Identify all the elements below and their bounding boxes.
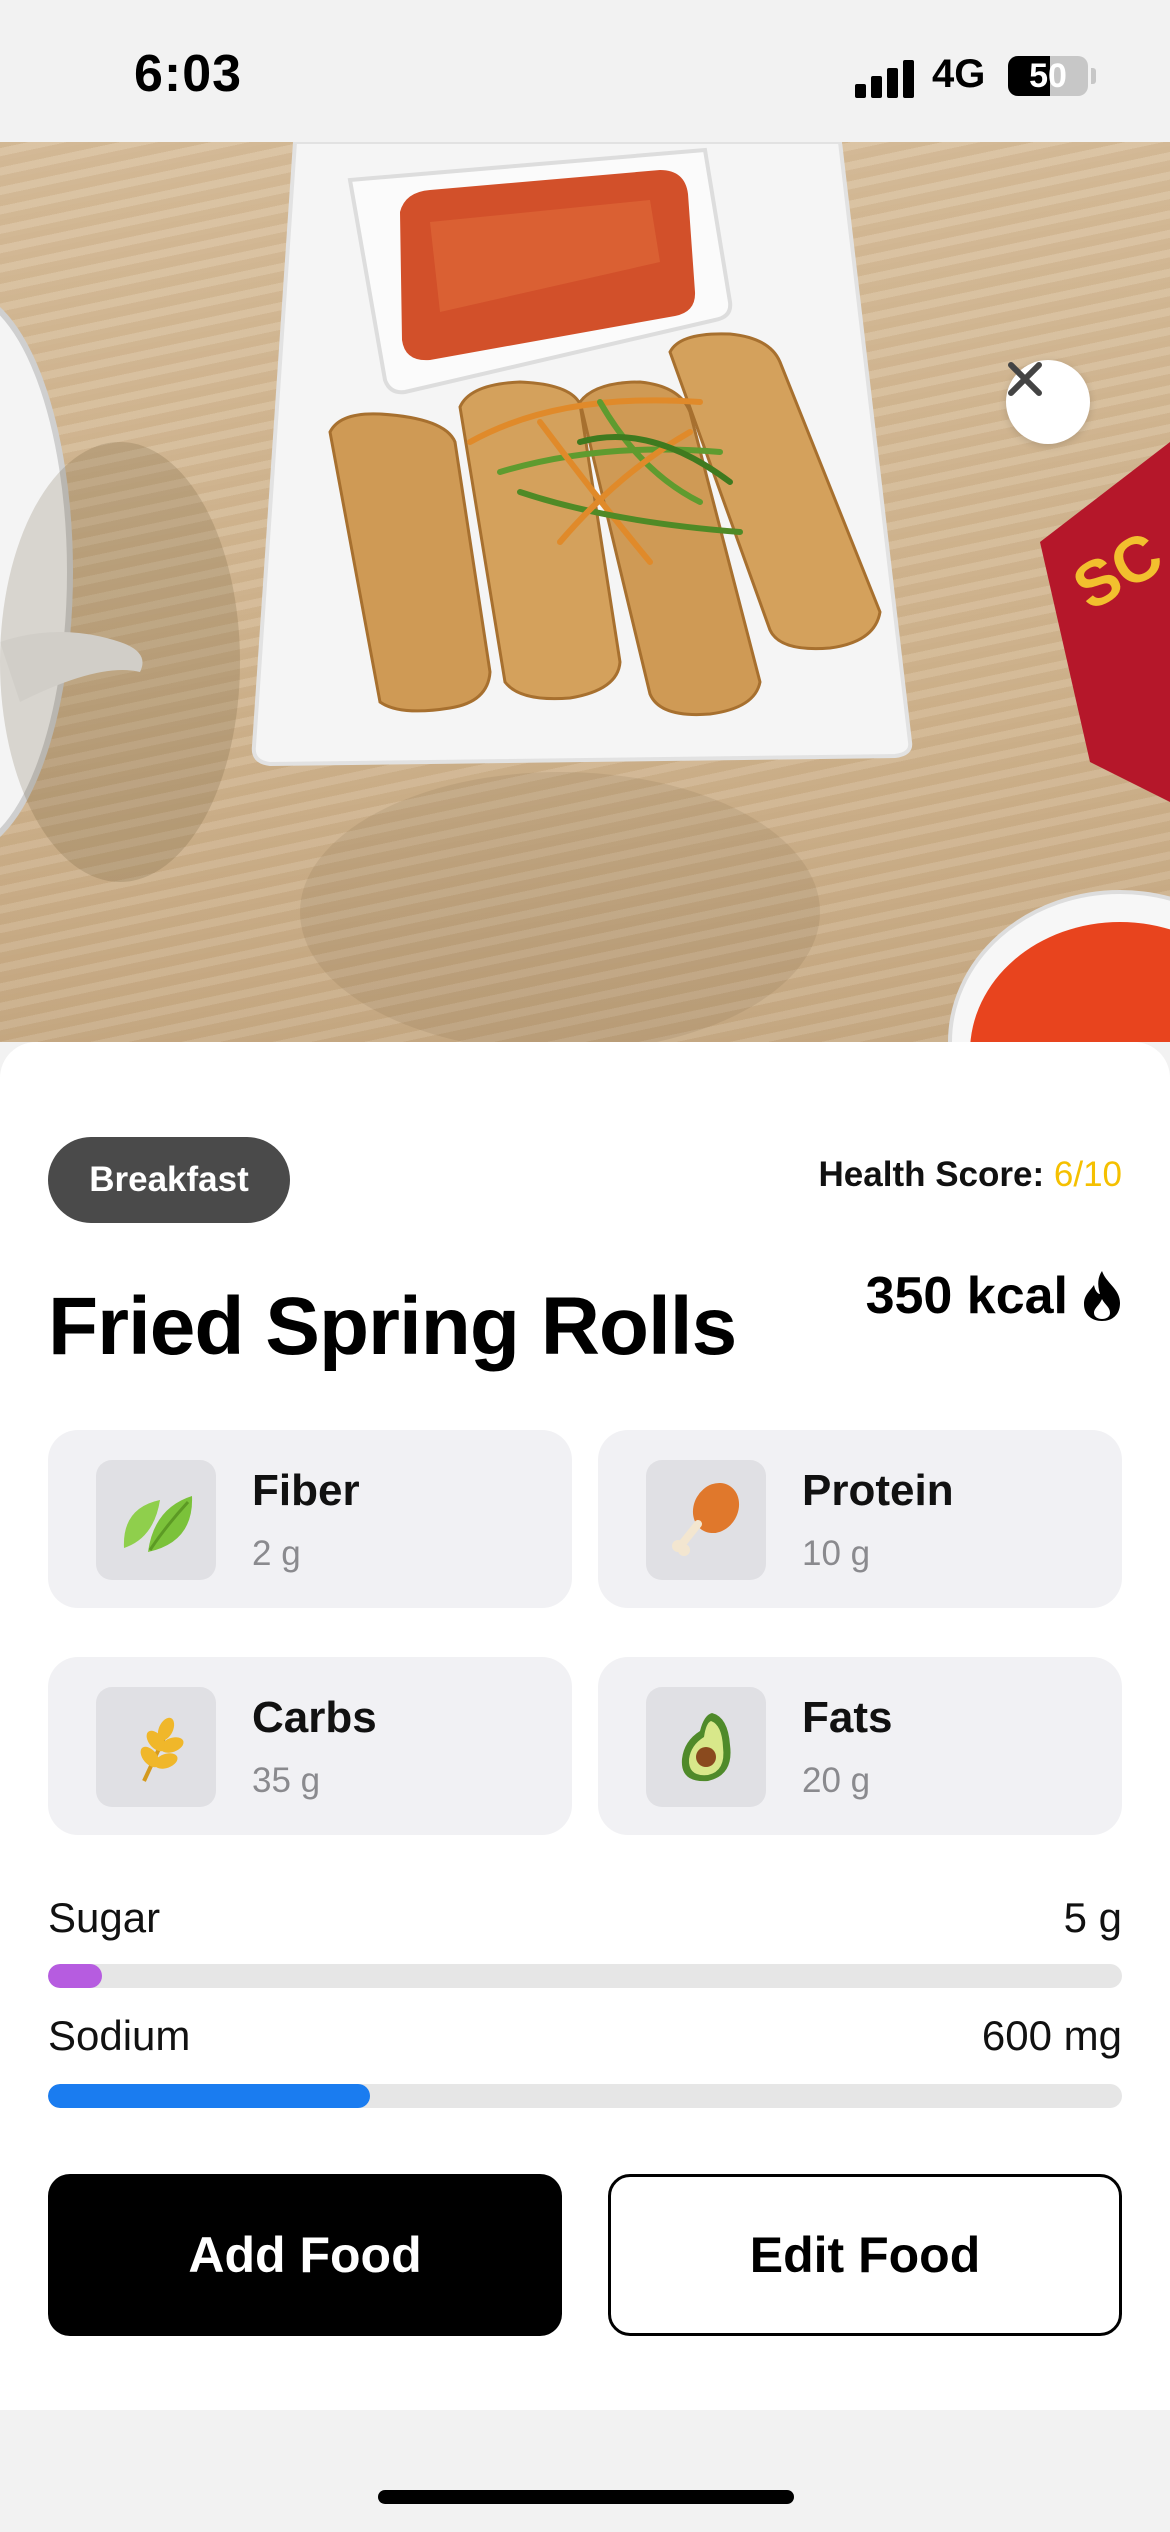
food-detail-sheet: Breakfast Health Score: 6/10 Fried Sprin… — [0, 1042, 1170, 2410]
avocado-icon — [646, 1687, 766, 1807]
health-score-label: Health Score: — [818, 1155, 1045, 1194]
drumstick-icon — [646, 1460, 766, 1580]
close-button[interactable] — [1006, 360, 1090, 444]
close-icon — [1008, 362, 1042, 396]
sugar-progress-bar — [48, 1964, 1122, 1988]
food-photo-illustration: SC — [0, 142, 1170, 1042]
home-indicator[interactable] — [378, 2490, 794, 2504]
health-score: Health Score: 6/10 — [819, 1155, 1122, 1195]
nutrient-value: 35 g — [252, 1761, 321, 1800]
wheat-icon — [96, 1687, 216, 1807]
nutrient-card-protein[interactable]: Protein 10 g — [598, 1430, 1122, 1608]
signal-icon — [855, 58, 915, 98]
calories: 350 kcal — [866, 1266, 1122, 1326]
nutrient-label: Carbs — [252, 1693, 377, 1742]
edit-food-button[interactable]: Edit Food — [608, 2174, 1122, 2336]
sugar-row: Sugar 5 g — [48, 1894, 1122, 1942]
nutrient-card-carbs[interactable]: Carbs 35 g — [48, 1657, 572, 1835]
sodium-progress-fill — [48, 2084, 371, 2108]
meal-type-badge[interactable]: Breakfast — [48, 1137, 290, 1223]
battery-level: 50 — [1029, 57, 1067, 95]
leaf-icon — [96, 1460, 216, 1580]
battery-icon: 50 — [1008, 56, 1088, 96]
sugar-progress-fill — [48, 1964, 102, 1988]
battery-tip — [1091, 68, 1096, 84]
calories-value: 350 kcal — [865, 1267, 1068, 1325]
nutrient-label: Fats — [802, 1693, 893, 1742]
nutrient-label: Fiber — [252, 1466, 360, 1515]
nutrient-value: 10 g — [802, 1534, 871, 1573]
sodium-label: Sodium — [48, 2012, 191, 2059]
status-bar: 6:03 4G 50 — [0, 0, 1170, 142]
add-food-button[interactable]: Add Food — [48, 2174, 562, 2336]
food-photo: SC — [0, 142, 1170, 1042]
sodium-row: Sodium 600 mg — [48, 2012, 1122, 2060]
status-time: 6:03 — [134, 45, 243, 103]
sugar-value: 5 g — [1063, 1894, 1122, 1941]
sodium-progress-bar — [48, 2084, 1122, 2108]
nutrient-label: Protein — [802, 1466, 954, 1515]
food-name: Fried Spring Rolls — [48, 1281, 737, 1372]
flame-icon — [1084, 1271, 1120, 1321]
network-type: 4G — [932, 52, 986, 96]
sodium-value: 600 mg — [981, 2012, 1122, 2059]
nutrient-value: 20 g — [802, 1761, 871, 1800]
health-score-value: 6/10 — [1053, 1155, 1122, 1194]
sugar-label: Sugar — [48, 1894, 161, 1941]
nutrient-card-fats[interactable]: Fats 20 g — [598, 1657, 1122, 1835]
nutrient-card-fiber[interactable]: Fiber 2 g — [48, 1430, 572, 1608]
nutrient-value: 2 g — [252, 1534, 301, 1573]
